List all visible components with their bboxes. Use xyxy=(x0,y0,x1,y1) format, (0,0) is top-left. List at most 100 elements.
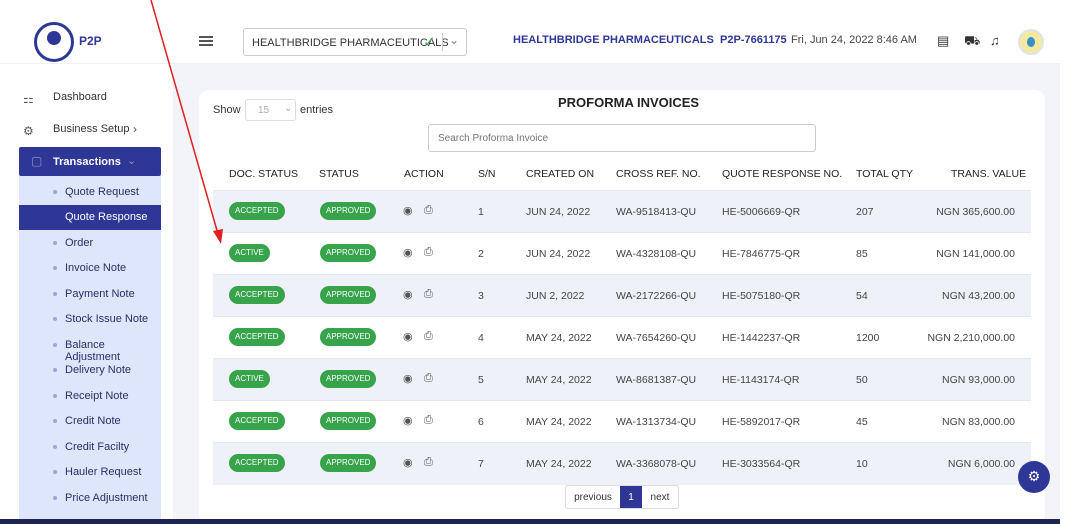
column-header[interactable]: CREATED ON xyxy=(526,168,594,180)
bullet-icon xyxy=(53,394,57,398)
cross-ref-no: WA-7654260-QU xyxy=(616,332,697,344)
total-qty: 85 xyxy=(856,248,868,260)
total-qty: 50 xyxy=(856,374,868,386)
sidebar-item-payment-note[interactable]: Payment Note xyxy=(19,282,161,307)
sidebar-item-quote-request[interactable]: Quote Request xyxy=(19,180,161,205)
sidebar-item-invoice-note[interactable]: Invoice Note xyxy=(19,256,161,281)
cross-ref-no: WA-9518413-QU xyxy=(616,206,697,218)
select-divider xyxy=(442,33,443,51)
window-edge xyxy=(1060,0,1067,524)
cart-icon[interactable]: ⛟ xyxy=(964,33,980,51)
logo-text: P2P xyxy=(79,34,102,48)
cross-ref-no: WA-8681387-QU xyxy=(616,374,697,386)
view-icon[interactable]: ◉ xyxy=(403,204,413,217)
table-row[interactable]: ACCEPTED APPROVED ◉ ⎙ 3 JUN 2, 2022 WA-2… xyxy=(213,275,1031,317)
hamburger-icon[interactable] xyxy=(199,36,213,46)
serial-number: 3 xyxy=(478,290,484,302)
document-icon[interactable]: ▤ xyxy=(937,33,949,49)
sidebar-item-transactions[interactable]: ▢ Transactions ⌄ xyxy=(19,147,161,176)
column-header[interactable]: TOTAL QTY xyxy=(856,168,913,180)
sidebar-item-receipt-note[interactable]: Receipt Note xyxy=(19,384,161,409)
chevron-down-icon: ⌄ xyxy=(127,155,137,167)
sidebar-item-price-adjustment[interactable]: Price Adjustment xyxy=(19,486,161,511)
bullet-icon xyxy=(53,190,57,194)
view-icon[interactable]: ◉ xyxy=(403,414,413,427)
p2p-logo[interactable] xyxy=(34,22,74,62)
entries-per-page-select[interactable]: 15 ⌄ xyxy=(245,99,296,121)
top-bar: P2P HEALTHBRIDGE PHARMACEUTICALS ✓ ⌄ HEA… xyxy=(0,0,1060,64)
cross-ref-no: WA-2172266-QU xyxy=(616,290,697,302)
view-icon[interactable]: ◉ xyxy=(403,288,413,301)
table-row[interactable]: ACTIVE APPROVED ◉ ⎙ 2 JUN 24, 2022 WA-43… xyxy=(213,233,1031,275)
sidebar-item-label: Hauler Request xyxy=(65,466,142,478)
view-icon[interactable]: ◉ xyxy=(403,330,413,343)
table-row[interactable]: ACCEPTED APPROVED ◉ ⎙ 1 JUN 24, 2022 WA-… xyxy=(213,191,1031,233)
sidebar-item-label: Delivery Note xyxy=(65,364,132,376)
created-on: JUN 24, 2022 xyxy=(526,206,591,218)
bullet-icon xyxy=(53,343,57,347)
doc-status-badge: ACCEPTED xyxy=(229,454,285,472)
sidebar-item-quote-response[interactable]: Quote Response xyxy=(19,205,161,230)
sidebar-item-label: Credit Facilty xyxy=(65,441,130,453)
page-1-button[interactable]: 1 xyxy=(620,486,642,508)
column-header[interactable]: DOC. STATUS xyxy=(229,168,298,180)
status-badge: APPROVED xyxy=(320,244,377,262)
column-header[interactable]: S/N xyxy=(478,168,496,180)
avatar[interactable] xyxy=(1018,29,1044,55)
column-header[interactable]: TRANS. VALUE xyxy=(951,168,1026,180)
previous-page-button[interactable]: previous xyxy=(566,486,620,508)
print-icon[interactable]: ⎙ xyxy=(424,288,433,301)
entries-value: 15 xyxy=(258,105,270,116)
quote-response-no: HE-7846775-QR xyxy=(722,248,801,260)
created-on: JUN 2, 2022 xyxy=(526,290,585,302)
sidebar-item-order[interactable]: Order xyxy=(19,231,161,256)
show-label: Show xyxy=(213,104,241,116)
organization-select[interactable]: HEALTHBRIDGE PHARMACEUTICALS ✓ ⌄ xyxy=(243,28,467,56)
sidebar-item-label: Order xyxy=(65,237,94,249)
table-row[interactable]: ACCEPTED APPROVED ◉ ⎙ 6 MAY 24, 2022 WA-… xyxy=(213,401,1031,443)
sidebar-item-label: Invoice Note xyxy=(65,262,127,274)
serial-number: 1 xyxy=(478,206,484,218)
print-icon[interactable]: ⎙ xyxy=(424,204,433,217)
sidebar-item-credit-facilty[interactable]: Credit Facilty xyxy=(19,435,161,460)
view-icon[interactable]: ◉ xyxy=(403,456,413,469)
quote-response-no: HE-1442237-QR xyxy=(722,332,801,344)
print-icon[interactable]: ⎙ xyxy=(424,246,433,259)
column-header[interactable]: STATUS xyxy=(319,168,359,180)
sidebar-item-hauler-request[interactable]: Hauler Request xyxy=(19,460,161,485)
sidebar-item-label: Quote Response xyxy=(65,211,148,223)
view-icon[interactable]: ◉ xyxy=(403,246,413,259)
table-row[interactable]: ACCEPTED APPROVED ◉ ⎙ 4 MAY 24, 2022 WA-… xyxy=(213,317,1031,359)
search-input[interactable] xyxy=(428,124,816,152)
sidebar-item-balance-adjustment[interactable]: Balance Adjustment xyxy=(19,333,161,363)
sidebar-item-delivery-note[interactable]: Delivery Note xyxy=(19,358,161,383)
sidebar-item-label: Price Adjustment xyxy=(65,492,148,504)
next-page-button[interactable]: next xyxy=(642,486,678,508)
bullet-icon xyxy=(53,470,57,474)
pagination: previous 1 next xyxy=(565,485,679,509)
total-qty: 207 xyxy=(856,206,874,218)
grid-icon: ⚏ xyxy=(23,92,34,106)
print-icon[interactable]: ⎙ xyxy=(424,414,433,427)
user-id: P2P-7661175 xyxy=(720,34,787,46)
column-header[interactable]: CROSS REF. NO. xyxy=(616,168,701,180)
table-row[interactable]: ACTIVE APPROVED ◉ ⎙ 5 MAY 24, 2022 WA-86… xyxy=(213,359,1031,401)
view-icon[interactable]: ◉ xyxy=(403,372,413,385)
sidebar-item-business-setup[interactable]: Business Setup xyxy=(53,123,129,135)
status-badge: APPROVED xyxy=(320,370,377,388)
sidebar-item-dashboard[interactable]: Dashboard xyxy=(53,91,107,103)
column-header[interactable]: QUOTE RESPONSE NO. xyxy=(722,168,842,180)
settings-fab-button[interactable]: ⚙ xyxy=(1018,461,1050,493)
doc-status-badge: ACCEPTED xyxy=(229,202,285,220)
chevron-down-icon[interactable]: ⌄ xyxy=(449,33,459,47)
created-on: MAY 24, 2022 xyxy=(526,458,592,470)
table-row[interactable]: ACCEPTED APPROVED ◉ ⎙ 7 MAY 24, 2022 WA-… xyxy=(213,443,1031,485)
sidebar-item-stock-issue-note[interactable]: Stock Issue Note xyxy=(19,307,161,332)
sidebar-item-credit-note[interactable]: Credit Note xyxy=(19,409,161,434)
print-icon[interactable]: ⎙ xyxy=(424,330,433,343)
chevron-right-icon[interactable]: › xyxy=(133,122,137,136)
bell-icon[interactable]: ♫ xyxy=(990,33,1000,48)
doc-status-badge: ACTIVE xyxy=(229,370,270,388)
print-icon[interactable]: ⎙ xyxy=(424,372,433,385)
print-icon[interactable]: ⎙ xyxy=(424,456,433,469)
